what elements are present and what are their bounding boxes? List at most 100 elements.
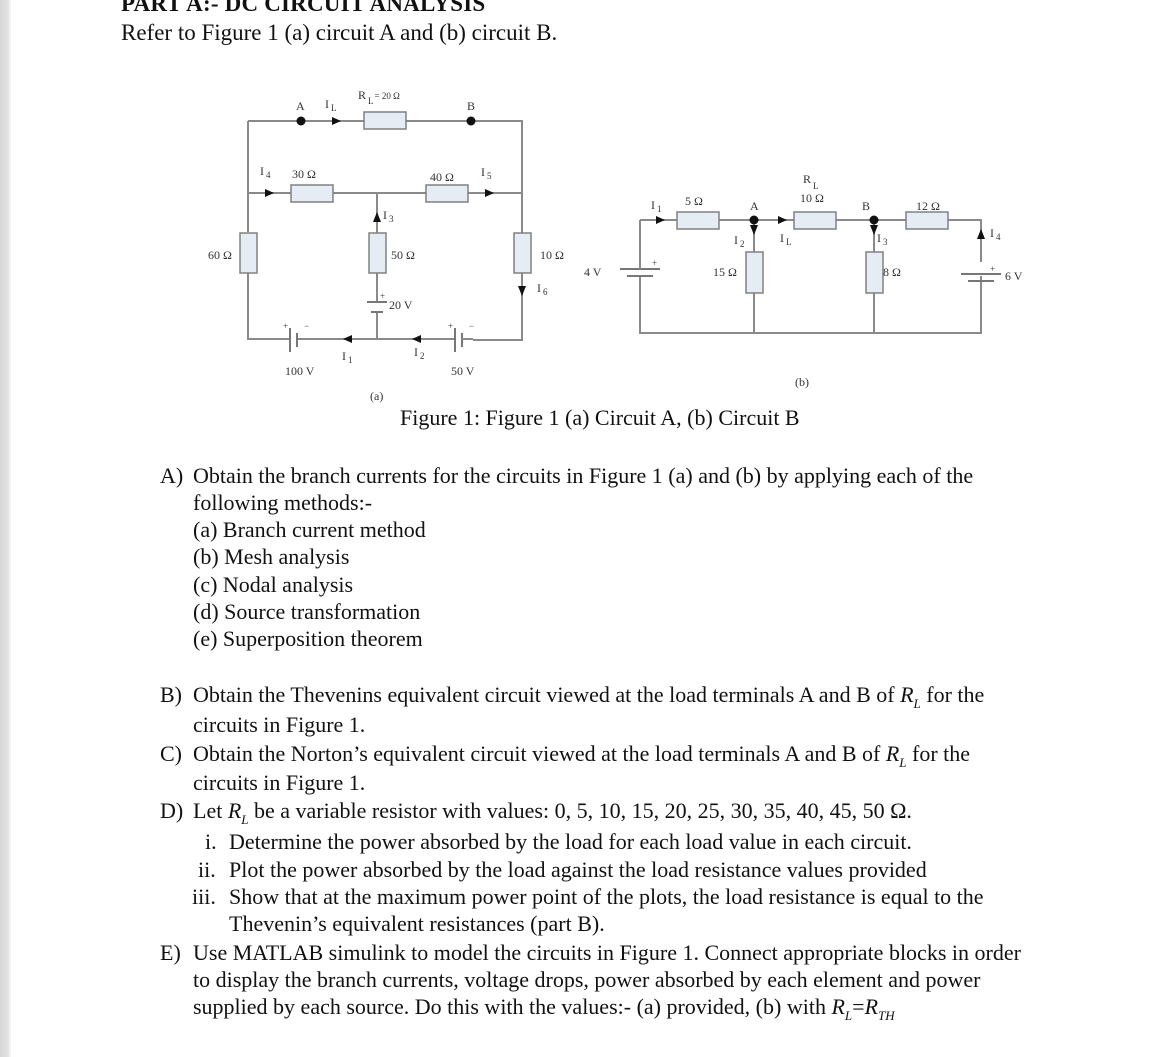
resistor-50-ohm [368,232,387,274]
node-a-label: A [296,99,305,113]
r15-label: 15 Ω [713,265,737,279]
resistor-rl-a [363,111,407,130]
question-a-line2: following methods:- [193,490,373,515]
question-a-line1: Obtain the branch currents for the circu… [193,463,974,488]
circuit-b: I1 5 Ω A RL 10 Ω B 12 Ω I2 IL I3 I4 4 V … [584,172,1023,389]
question-c-line2: circuits in Figure 1. [193,770,366,795]
resistor-15-ohm [745,251,764,294]
battery-20v-plus: + [380,291,385,301]
question-d-tag: D) [160,798,184,823]
rl-symbol: R [831,994,845,1019]
resistor-8-ohm [865,251,884,294]
r8-label: 8 Ω [883,265,901,279]
arrow-i5-icon [485,189,494,197]
v50-label: 50 V [451,364,475,378]
node-b-label: B [467,99,475,113]
question-e-text: supplied by each source. Do this with th… [193,994,832,1019]
r12-label: 12 Ω [916,199,940,213]
resistor-10-ohm-a [513,232,532,274]
question-e-tag: E) [160,940,181,965]
battery-50v-plus: + [448,321,453,331]
question-a: A) Obtain the branch currents for the ci… [160,462,974,489]
resistor-5-ohm [676,211,720,230]
current-i1-label: I1 [342,349,353,365]
arrow-i6-icon [518,286,526,296]
question-b-text-end: for the [920,682,985,707]
node-b [466,116,476,126]
r30-label: 30 Ω [292,167,316,181]
question-e: E) Use MATLAB simulink to model the circ… [160,939,1021,966]
r50-label: 50 Ω [391,248,415,262]
question-c: C) Obtain the Norton’s equivalent circui… [160,740,971,770]
rl-b-label: RL [803,172,819,191]
rl-symbol-sub: L [241,812,249,827]
v20-label: 20 V [389,298,413,312]
question-c-text-end: for the [906,741,971,766]
question-b-line2: circuits in Figure 1. [193,712,366,737]
arrow-i4-b-icon [977,229,985,239]
battery-100v-plus: + [283,321,288,331]
node-a-b-label: A [750,199,759,213]
current-i3-label: I3 [383,208,394,224]
resistor-12-ohm [905,211,949,230]
rl-symbol-sub: L [913,696,921,711]
battery-6v-plus: + [990,264,995,274]
battery-50v-minus: − [469,321,474,331]
current-i3-b-label: I3 [877,231,888,247]
question-d-text: Let [193,798,228,823]
current-i6-label: I6 [537,281,548,297]
resistor-60-ohm [239,232,258,274]
r10-a-label: 10 Ω [540,248,564,262]
question-c-tag: C) [160,741,182,766]
question-b-text: Obtain the Thevenins equivalent circuit … [193,682,901,707]
subitem-text: Show that at the maximum power point of … [229,884,984,909]
method-item: (c) Nodal analysis [193,572,354,597]
question-e-line1: Use MATLAB simulink to model the circuit… [193,940,1021,965]
wire [639,220,982,334]
resistor-rl-b [793,211,837,230]
question-a-tag: A) [160,463,184,488]
subitem-tag: iii. [192,884,216,909]
arrow-i2-b-icon [750,225,758,235]
node-a [296,116,306,126]
rl-b-value: 10 Ω [800,191,824,205]
subitem-text-cont: Thevenin’s equivalent resistances (part … [229,911,605,936]
arrow-i3-icon [373,212,381,222]
wire [248,120,523,341]
rl-symbol-sub: L [899,755,907,770]
r60-label: 60 Ω [208,248,232,262]
current-i4-b-label: I4 [990,226,1001,242]
question-b: B) Obtain the Thevenins equivalent circu… [160,681,985,711]
question-e-line2: to display the branch currents, voltage … [193,967,981,992]
arrow-il-icon [332,117,341,125]
node-a-b [749,215,759,225]
method-item: (e) Superposition theorem [193,626,423,651]
equals-sign: = [852,994,865,1019]
current-i1-b-label: I1 [651,198,662,214]
method-item: (a) Branch current method [193,517,426,542]
current-i2-label: I2 [414,345,425,361]
v4-label: 4 V [584,265,602,279]
rl-symbol-sub: L [844,1008,853,1023]
node-b-b-label: B [862,199,870,213]
method-item: (d) Source transformation [193,599,421,624]
circuit-b-sublabel: (b) [795,375,809,389]
battery-4v-plus: + [652,258,657,268]
current-i2-b-label: I2 [734,233,745,249]
figure-1: A B IL R L= 20 Ω I4 30 Ω 40 Ω I5 I3 60 Ω … [208,88,1023,403]
r40-label: 40 Ω [430,170,454,184]
arrow-i2-icon [412,335,421,343]
rl-a-label: R L= 20 Ω [358,88,400,106]
question-d: D) Let RL be a variable resistor with va… [160,797,912,827]
rth-symbol: R [864,994,879,1019]
question-b-tag: B) [160,682,182,707]
rth-symbol-sub: TH [878,1008,895,1023]
current-i5-label: I5 [481,165,492,181]
rl-symbol: R [900,682,914,707]
arrow-i1-b-icon [656,216,665,224]
circuit-a: A B IL R L= 20 Ω I4 30 Ω 40 Ω I5 I3 60 Ω … [208,88,564,403]
question-c-text: Obtain the Norton’s equivalent circuit v… [193,741,886,766]
question-d-text-end: be a variable resistor with values: 0, 5… [248,798,912,823]
rl-symbol: R [885,741,900,766]
arrow-i1-icon [343,335,352,343]
